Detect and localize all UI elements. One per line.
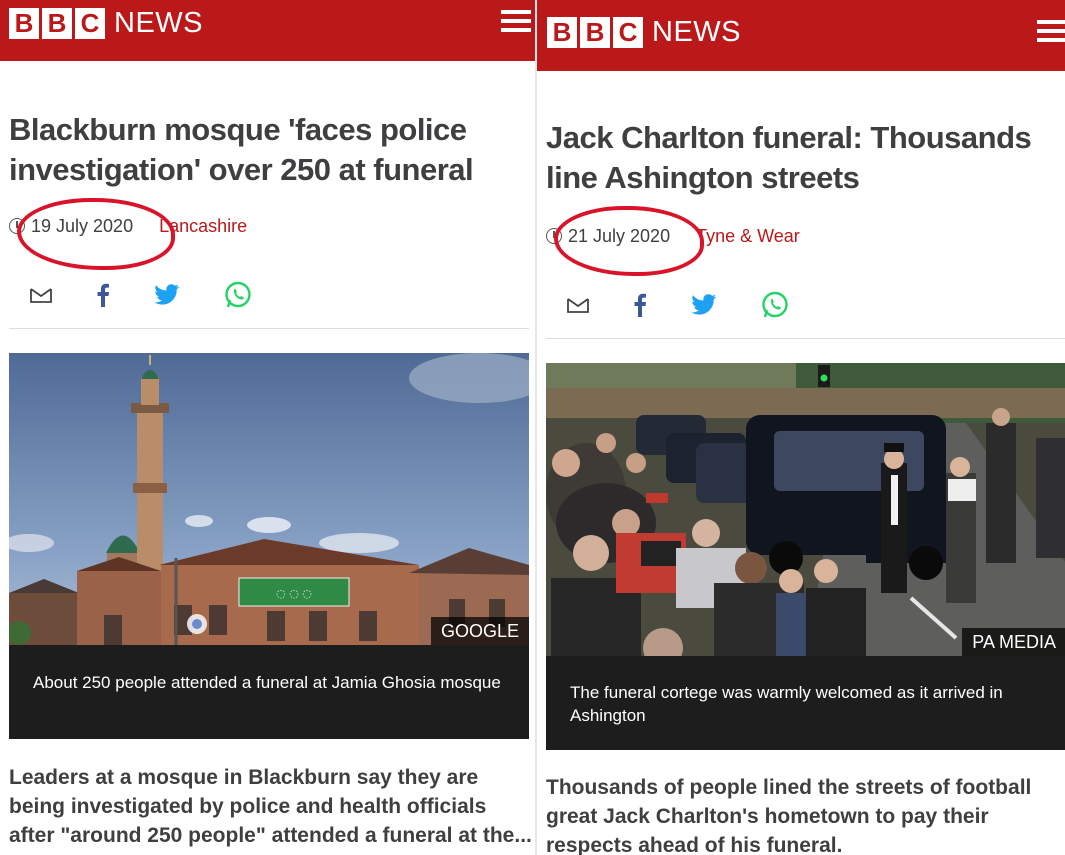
- twitter-icon[interactable]: [691, 294, 717, 321]
- bbc-masthead: B B C NEWS: [0, 0, 536, 61]
- mosque-photo: ◌ ◌ ◌: [9, 353, 529, 645]
- logo-letter: B: [547, 17, 577, 48]
- red-annotation-circle: [17, 197, 175, 270]
- menu-icon[interactable]: [1037, 20, 1065, 42]
- logo-letter: B: [9, 8, 39, 39]
- bbc-news-logo[interactable]: B B C NEWS: [9, 7, 203, 40]
- email-icon[interactable]: [567, 296, 589, 319]
- region-link[interactable]: Tyne & Wear: [696, 226, 800, 247]
- bbc-masthead: B B C NEWS: [537, 0, 1065, 71]
- article-screenshot-right: B B C NEWS Jack Charlton funeral: Thousa…: [537, 0, 1065, 855]
- share-bar: [567, 291, 833, 324]
- logo-letter: B: [580, 17, 610, 48]
- twitter-icon[interactable]: [154, 284, 180, 311]
- article-meta: 19 July 2020 Lancashire: [9, 197, 247, 270]
- logo-letter: B: [42, 8, 72, 39]
- funeral-photo: [546, 363, 1065, 656]
- facebook-icon[interactable]: [633, 293, 647, 322]
- svg-text:◌ ◌ ◌: ◌ ◌ ◌: [276, 587, 312, 600]
- image-credit: GOOGLE: [430, 617, 529, 645]
- article-headline: Blackburn mosque 'faces police investiga…: [9, 112, 474, 187]
- article-intro: Leaders at a mosque in Blackburn say the…: [9, 766, 532, 847]
- image-caption: The funeral cortege was warmly welcomed …: [546, 656, 1065, 750]
- menu-icon[interactable]: [501, 10, 531, 32]
- article-headline: Jack Charlton funeral: Thousands line As…: [546, 120, 1032, 195]
- logo-letter: C: [613, 17, 643, 48]
- article-screenshot-left: B B C NEWS Blackburn mosque 'faces polic…: [0, 0, 536, 855]
- share-bar: [30, 281, 296, 314]
- logo-news-text: NEWS: [652, 16, 741, 48]
- article-intro: Thousands of people lined the streets of…: [546, 776, 1032, 855]
- image-credit: PA MEDIA: [962, 628, 1065, 656]
- bbc-news-logo[interactable]: B B C NEWS: [547, 16, 741, 49]
- red-annotation-circle: [554, 205, 704, 276]
- divider: [9, 328, 529, 329]
- facebook-icon[interactable]: [96, 283, 110, 312]
- whatsapp-icon[interactable]: [224, 281, 252, 314]
- article-image: ◌ ◌ ◌ GOOGLE: [9, 353, 529, 645]
- email-icon[interactable]: [30, 286, 52, 309]
- whatsapp-icon[interactable]: [761, 291, 789, 324]
- article-meta: 21 July 2020 Tyne & Wear: [546, 205, 800, 276]
- logo-news-text: NEWS: [114, 7, 203, 39]
- article-image: PA MEDIA: [546, 363, 1065, 656]
- logo-letter: C: [75, 8, 105, 39]
- article-date: 21 July 2020: [554, 205, 704, 276]
- article-date: 19 July 2020: [17, 197, 175, 270]
- image-caption: About 250 people attended a funeral at J…: [9, 645, 529, 739]
- divider: [546, 338, 1065, 339]
